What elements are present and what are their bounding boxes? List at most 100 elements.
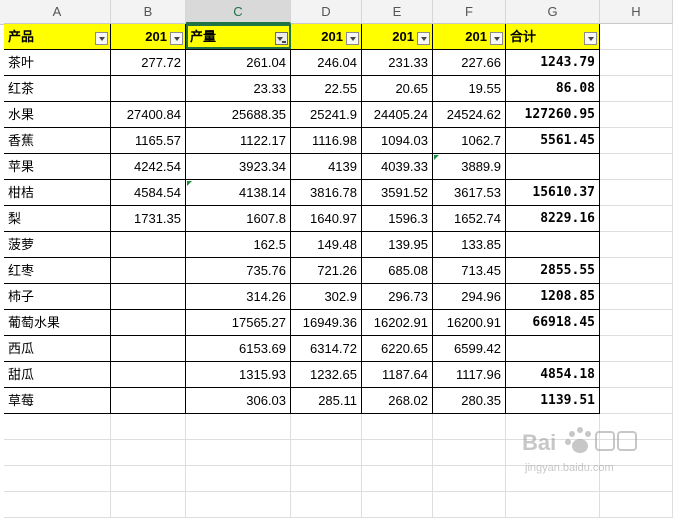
product-cell[interactable]: 柑桔 — [4, 180, 111, 206]
product-cell[interactable]: 西瓜 — [4, 336, 111, 362]
value-cell[interactable]: 735.76 — [186, 258, 291, 284]
empty-cell[interactable] — [600, 336, 673, 362]
empty-cell[interactable] — [111, 414, 186, 440]
total-cell[interactable]: 86.08 — [506, 76, 600, 102]
value-cell[interactable]: 6153.69 — [186, 336, 291, 362]
empty-cell[interactable] — [600, 388, 673, 414]
column-header-g[interactable]: G — [506, 0, 600, 24]
empty-cell[interactable] — [600, 258, 673, 284]
value-cell[interactable] — [111, 362, 186, 388]
empty-cell[interactable] — [4, 414, 111, 440]
value-cell[interactable] — [111, 336, 186, 362]
value-cell[interactable]: 280.35 — [433, 388, 506, 414]
product-cell[interactable]: 苹果 — [4, 154, 111, 180]
product-cell[interactable]: 甜瓜 — [4, 362, 111, 388]
value-cell[interactable]: 1652.74 — [433, 206, 506, 232]
total-cell[interactable]: 5561.45 — [506, 128, 600, 154]
value-cell[interactable]: 685.08 — [362, 258, 433, 284]
empty-cell[interactable] — [600, 206, 673, 232]
value-cell[interactable]: 139.95 — [362, 232, 433, 258]
value-cell[interactable]: 1596.3 — [362, 206, 433, 232]
empty-cell[interactable] — [291, 466, 362, 492]
spreadsheet-grid[interactable]: A B C D E F G H 产品 201 产量 201 201 201 合计 茶叶 277.72 261.04… — [0, 0, 673, 518]
empty-cell[interactable] — [4, 466, 111, 492]
empty-cell[interactable] — [291, 414, 362, 440]
empty-cell[interactable] — [433, 414, 506, 440]
value-cell[interactable]: 285.11 — [291, 388, 362, 414]
empty-cell[interactable] — [186, 466, 291, 492]
value-cell[interactable]: 3923.34 — [186, 154, 291, 180]
empty-cell[interactable] — [4, 440, 111, 466]
header-cell-b[interactable]: 201 — [111, 24, 186, 50]
value-cell[interactable]: 20.65 — [362, 76, 433, 102]
empty-cell[interactable] — [600, 284, 673, 310]
header-cell-d[interactable]: 201 — [291, 24, 362, 50]
value-cell[interactable]: 1116.98 — [291, 128, 362, 154]
value-cell[interactable]: 4039.33 — [362, 154, 433, 180]
total-cell[interactable]: 2855.55 — [506, 258, 600, 284]
value-cell[interactable]: 24524.62 — [433, 102, 506, 128]
total-cell[interactable] — [506, 232, 600, 258]
value-cell[interactable]: 1607.8 — [186, 206, 291, 232]
value-cell[interactable]: 162.5 — [186, 232, 291, 258]
filter-dropdown-icon[interactable] — [417, 32, 430, 45]
header-cell-a[interactable]: 产品 — [4, 24, 111, 50]
empty-cell[interactable] — [600, 466, 673, 492]
value-cell[interactable]: 3889.9 — [433, 154, 506, 180]
filter-dropdown-icon[interactable] — [170, 32, 183, 45]
value-cell[interactable]: 1117.96 — [433, 362, 506, 388]
total-cell[interactable]: 8229.16 — [506, 206, 600, 232]
empty-cell[interactable] — [111, 440, 186, 466]
empty-cell[interactable] — [600, 232, 673, 258]
filter-dropdown-icon[interactable] — [584, 32, 597, 45]
value-cell[interactable]: 231.33 — [362, 50, 433, 76]
header-cell-g[interactable]: 合计 — [506, 24, 600, 50]
empty-cell[interactable] — [506, 440, 600, 466]
empty-cell[interactable] — [506, 414, 600, 440]
total-cell[interactable] — [506, 336, 600, 362]
empty-cell[interactable] — [600, 76, 673, 102]
value-cell[interactable]: 27400.84 — [111, 102, 186, 128]
column-header-b[interactable]: B — [111, 0, 186, 24]
empty-cell[interactable] — [362, 466, 433, 492]
value-cell[interactable]: 306.03 — [186, 388, 291, 414]
product-cell[interactable]: 香蕉 — [4, 128, 111, 154]
empty-cell[interactable] — [600, 154, 673, 180]
value-cell[interactable]: 1094.03 — [362, 128, 433, 154]
value-cell[interactable]: 1187.64 — [362, 362, 433, 388]
cell-h1[interactable] — [600, 24, 673, 50]
value-cell[interactable]: 3617.53 — [433, 180, 506, 206]
filter-active-icon[interactable] — [275, 32, 288, 45]
value-cell[interactable]: 16202.91 — [362, 310, 433, 336]
empty-cell[interactable] — [433, 440, 506, 466]
empty-cell[interactable] — [111, 466, 186, 492]
product-cell[interactable]: 柿子 — [4, 284, 111, 310]
value-cell[interactable]: 25241.9 — [291, 102, 362, 128]
value-cell[interactable]: 277.72 — [111, 50, 186, 76]
value-cell[interactable] — [111, 388, 186, 414]
value-cell[interactable]: 16200.91 — [433, 310, 506, 336]
value-cell[interactable] — [111, 258, 186, 284]
total-cell[interactable]: 15610.37 — [506, 180, 600, 206]
value-cell[interactable]: 4242.54 — [111, 154, 186, 180]
value-cell[interactable]: 296.73 — [362, 284, 433, 310]
header-cell-e[interactable]: 201 — [362, 24, 433, 50]
empty-cell[interactable] — [362, 440, 433, 466]
value-cell[interactable]: 17565.27 — [186, 310, 291, 336]
product-cell[interactable]: 梨 — [4, 206, 111, 232]
empty-cell[interactable] — [186, 414, 291, 440]
total-cell[interactable]: 66918.45 — [506, 310, 600, 336]
value-cell[interactable] — [111, 232, 186, 258]
empty-cell[interactable] — [600, 310, 673, 336]
product-cell[interactable]: 葡萄水果 — [4, 310, 111, 336]
total-cell[interactable] — [506, 154, 600, 180]
value-cell[interactable]: 302.9 — [291, 284, 362, 310]
value-cell[interactable]: 1315.93 — [186, 362, 291, 388]
column-header-e[interactable]: E — [362, 0, 433, 24]
empty-cell[interactable] — [291, 440, 362, 466]
value-cell[interactable]: 22.55 — [291, 76, 362, 102]
filter-dropdown-icon[interactable] — [490, 32, 503, 45]
value-cell[interactable]: 4138.14 — [186, 180, 291, 206]
value-cell[interactable]: 294.96 — [433, 284, 506, 310]
value-cell[interactable]: 6599.42 — [433, 336, 506, 362]
